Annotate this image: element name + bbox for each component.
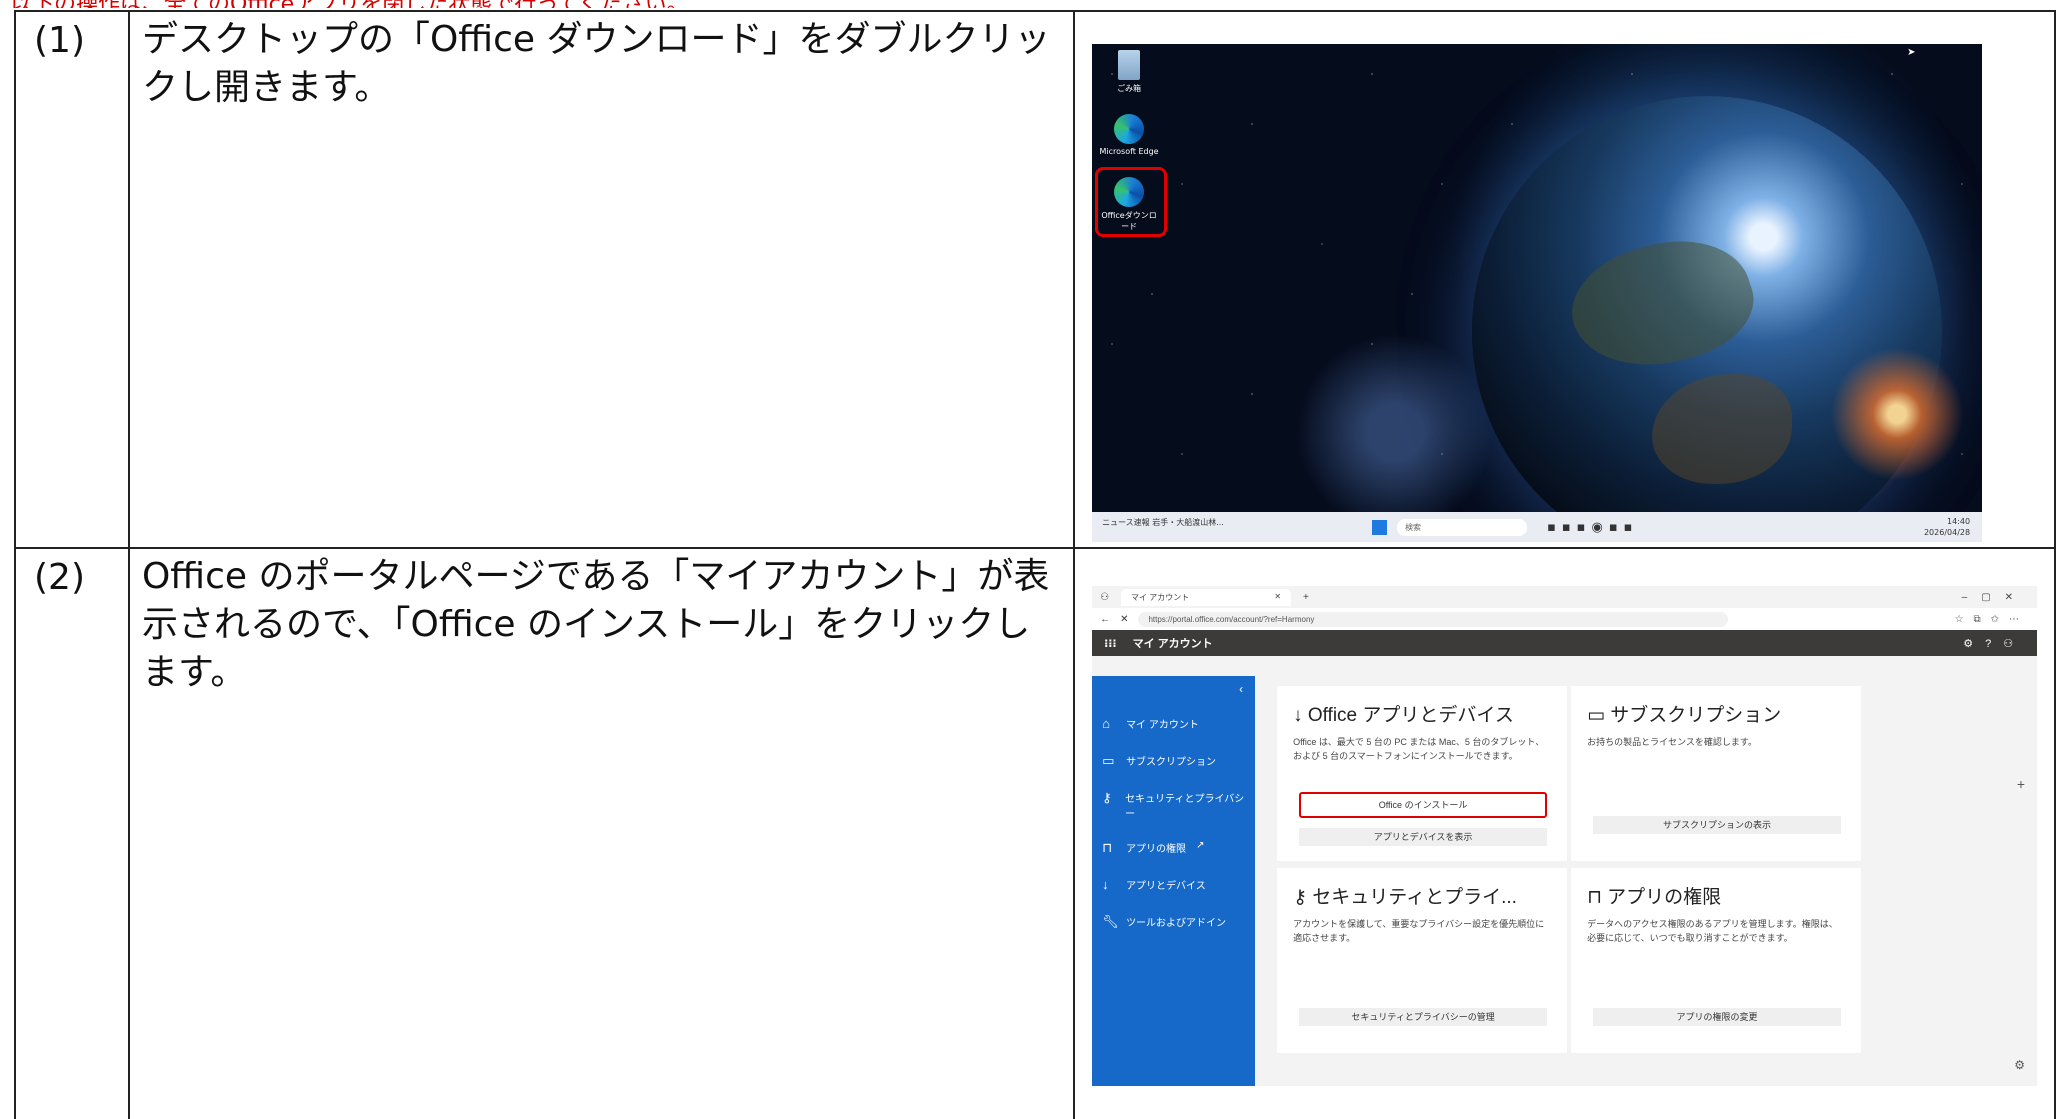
download-icon: ↓ bbox=[1293, 705, 1308, 726]
card-security-privacy: ⚷ セキュリティとプライ... アカウントを保護して、重要なプライバシー設定を優… bbox=[1277, 868, 1568, 1053]
main-content: ↓ Office アプリとデバイス Office は、最大で 5 台の PC ま… bbox=[1255, 676, 2037, 1086]
browser-toolbar-icons[interactable]: ☆⧉✩⋯ bbox=[1955, 614, 2029, 625]
app-launcher-icon[interactable]: ⁝⁝⁝ bbox=[1104, 637, 1117, 650]
tab-title: マイ アカウント bbox=[1131, 592, 1190, 602]
card-title: アプリの権限 bbox=[1607, 887, 1722, 908]
profile-icon[interactable]: ⚇ bbox=[1100, 592, 1109, 603]
news-widget[interactable]: ニュース速報 岩手・大船渡山林... bbox=[1102, 517, 1224, 528]
sun-flare bbox=[1812, 344, 1983, 484]
card-subscriptions: ▭ サブスクリプション お持ちの製品とライセンスを確認します。 サブスクリプショ… bbox=[1571, 686, 1862, 861]
clock-time: 14:40 bbox=[1947, 517, 1971, 526]
desktop-icon-label: Microsoft Edge bbox=[1099, 147, 1159, 156]
step-screenshot-cell: ⚇ マイ アカウント ✕ + –▢✕ ← ✕ https://portal.of… bbox=[1073, 547, 2056, 1119]
desktop-screenshot: ➤ ごみ箱 Microsoft Edge Officeダウンロード ニュース速報… bbox=[1092, 44, 1983, 542]
taskbar-apps[interactable]: ▪▪▪◉▪▪ bbox=[1547, 520, 1638, 535]
card-description: アカウントを保護して、重要なプライバシー設定を優先順位に適応させます。 bbox=[1293, 919, 1545, 943]
close-tab-icon[interactable]: ✕ bbox=[1274, 592, 1281, 603]
card-title: Office アプリとデバイス bbox=[1307, 705, 1514, 726]
step-text: Office のポータルページである「マイアカウント」が表示されるので、「Off… bbox=[127, 547, 1076, 1119]
nav-label: アプリの権限 bbox=[1126, 844, 1187, 855]
card-apps-devices: ↓ Office アプリとデバイス Office は、最大で 5 台の PC ま… bbox=[1277, 686, 1568, 861]
step-screenshot-cell: ➤ ごみ箱 Microsoft Edge Officeダウンロード ニュース速報… bbox=[1073, 10, 2056, 549]
view-apps-devices-button[interactable]: アプリとデバイスを表示 bbox=[1299, 828, 1548, 846]
start-button[interactable] bbox=[1372, 520, 1388, 535]
header-icons[interactable]: ⚙?⚇ bbox=[1963, 637, 2025, 650]
view-subscriptions-button[interactable]: サブスクリプションの表示 bbox=[1593, 816, 1842, 834]
nav-label: ツールおよびアドイン bbox=[1126, 918, 1227, 929]
lock-icon: ⊓ bbox=[1587, 887, 1608, 908]
install-office-button[interactable]: Office のインストール bbox=[1299, 792, 1548, 818]
nav-label: サブスクリプション bbox=[1126, 757, 1217, 768]
card-icon: ▭ bbox=[1587, 705, 1611, 726]
card-description: データへのアクセス権限のあるアプリを管理します。権限は、必要に応じて、いつでも取… bbox=[1587, 919, 1838, 943]
desktop-icon-label: ごみ箱 bbox=[1117, 84, 1142, 93]
back-icon[interactable]: ← bbox=[1100, 614, 1110, 625]
app-title: マイ アカウント bbox=[1132, 638, 1213, 650]
nav-label: マイ アカウント bbox=[1126, 720, 1199, 731]
step-number: (1) bbox=[14, 10, 130, 549]
mouse-cursor-icon: ➤ bbox=[1907, 47, 1916, 58]
top-instruction-line: 以下の操作は、全てのOfficeアプリを閉じた状態で行ってください。 bbox=[0, 0, 2056, 8]
card-app-permissions: ⊓ アプリの権限 データへのアクセス権限のあるアプリを管理します。権限は、必要に… bbox=[1571, 868, 1862, 1053]
step-row-1: (1) デスクトップの「Office ダウンロード」をダブルクリックし開きます。… bbox=[14, 10, 2056, 549]
recycle-bin-shortcut[interactable]: ごみ箱 bbox=[1098, 50, 1160, 94]
stop-icon[interactable]: ✕ bbox=[1120, 614, 1128, 625]
top-instruction-text: 以下の操作は、全てのOfficeアプリを閉じた状態で行ってください。 bbox=[10, 0, 688, 8]
key-icon: ⚷ bbox=[1102, 790, 1112, 805]
clock-date: 2026/04/28 bbox=[1923, 528, 1971, 537]
step-row-2: (2) Office のポータルページである「マイアカウント」が表示されるので、… bbox=[14, 547, 2056, 1119]
recycle-bin-icon bbox=[1118, 50, 1141, 80]
system-tray[interactable]: 14:40 2026/04/28 bbox=[1924, 516, 1970, 538]
card-description: Office は、最大で 5 台の PC または Mac、5 台のタブレット、お… bbox=[1293, 737, 1545, 761]
wrench-icon: 🔧︎ bbox=[1102, 914, 1119, 929]
card-title: セキュリティとプライ... bbox=[1312, 887, 1517, 908]
card-icon: ▭ bbox=[1102, 753, 1115, 768]
highlight-box bbox=[1095, 167, 1168, 237]
step-text: デスクトップの「Office ダウンロード」をダブルクリックし開きます。 bbox=[127, 10, 1076, 549]
browser-screenshot: ⚇ マイ アカウント ✕ + –▢✕ ← ✕ https://portal.of… bbox=[1092, 586, 2038, 1086]
card-description: お持ちの製品とライセンスを確認します。 bbox=[1587, 737, 1757, 747]
gear-icon[interactable]: ⚙ bbox=[2014, 1058, 2025, 1072]
browser-tab-bar: ⚇ マイ アカウント ✕ + –▢✕ bbox=[1092, 586, 2037, 608]
key-icon: ⚷ bbox=[1293, 887, 1313, 908]
edge-icon bbox=[1114, 114, 1145, 144]
taskbar: ニュース速報 岩手・大船渡山林... 検索 ▪▪▪◉▪▪ 14:40 2026/… bbox=[1092, 512, 1983, 542]
card-title: サブスクリプション bbox=[1610, 705, 1782, 726]
side-navigation: ‹ ⌂ マイ アカウント ▭ サブスクリプション ⚷ セキュリティとプライバシー bbox=[1092, 676, 1256, 1086]
nav-item-apps-devices[interactable]: ↓ アプリとデバイス bbox=[1092, 867, 1255, 904]
window-controls[interactable]: –▢✕ bbox=[1962, 592, 2037, 603]
home-icon: ⌂ bbox=[1102, 716, 1110, 731]
plus-icon[interactable]: + bbox=[2017, 776, 2025, 792]
download-icon: ↓ bbox=[1102, 877, 1109, 892]
new-tab-icon[interactable]: + bbox=[1303, 592, 1309, 603]
collapse-nav-icon[interactable]: ‹ bbox=[1092, 676, 1255, 706]
step-number: (2) bbox=[14, 547, 130, 1119]
nav-item-app-permissions[interactable]: ⊓ アプリの権限 ↗ bbox=[1092, 830, 1255, 867]
nav-label: セキュリティとプライバシー bbox=[1125, 794, 1245, 820]
change-permissions-button[interactable]: アプリの権限の変更 bbox=[1593, 1008, 1842, 1026]
browser-tab[interactable]: マイ アカウント ✕ bbox=[1121, 588, 1292, 606]
taskbar-search[interactable]: 検索 bbox=[1397, 519, 1528, 536]
url-field[interactable]: https://portal.office.com/account/?ref=H… bbox=[1138, 611, 1729, 627]
nav-item-my-account[interactable]: ⌂ マイ アカウント bbox=[1092, 706, 1255, 743]
steps-table: (1) デスクトップの「Office ダウンロード」をダブルクリックし開きます。… bbox=[14, 10, 2056, 1119]
app-header: ⁝⁝⁝ マイ アカウント ⚙?⚇ bbox=[1092, 630, 2038, 656]
external-link-icon: ↗ bbox=[1196, 840, 1205, 851]
manage-security-button[interactable]: セキュリティとプライバシーの管理 bbox=[1299, 1008, 1548, 1026]
nav-item-subscriptions[interactable]: ▭ サブスクリプション bbox=[1092, 743, 1255, 780]
address-bar: ← ✕ https://portal.office.com/account/?r… bbox=[1092, 608, 2038, 630]
lock-icon: ⊓ bbox=[1102, 840, 1113, 855]
nav-item-security[interactable]: ⚷ セキュリティとプライバシー bbox=[1092, 780, 1255, 830]
nav-label: アプリとデバイス bbox=[1126, 881, 1206, 892]
nav-item-tools-addins[interactable]: 🔧︎ ツールおよびアドイン bbox=[1092, 904, 1255, 941]
edge-shortcut[interactable]: Microsoft Edge bbox=[1098, 114, 1160, 156]
